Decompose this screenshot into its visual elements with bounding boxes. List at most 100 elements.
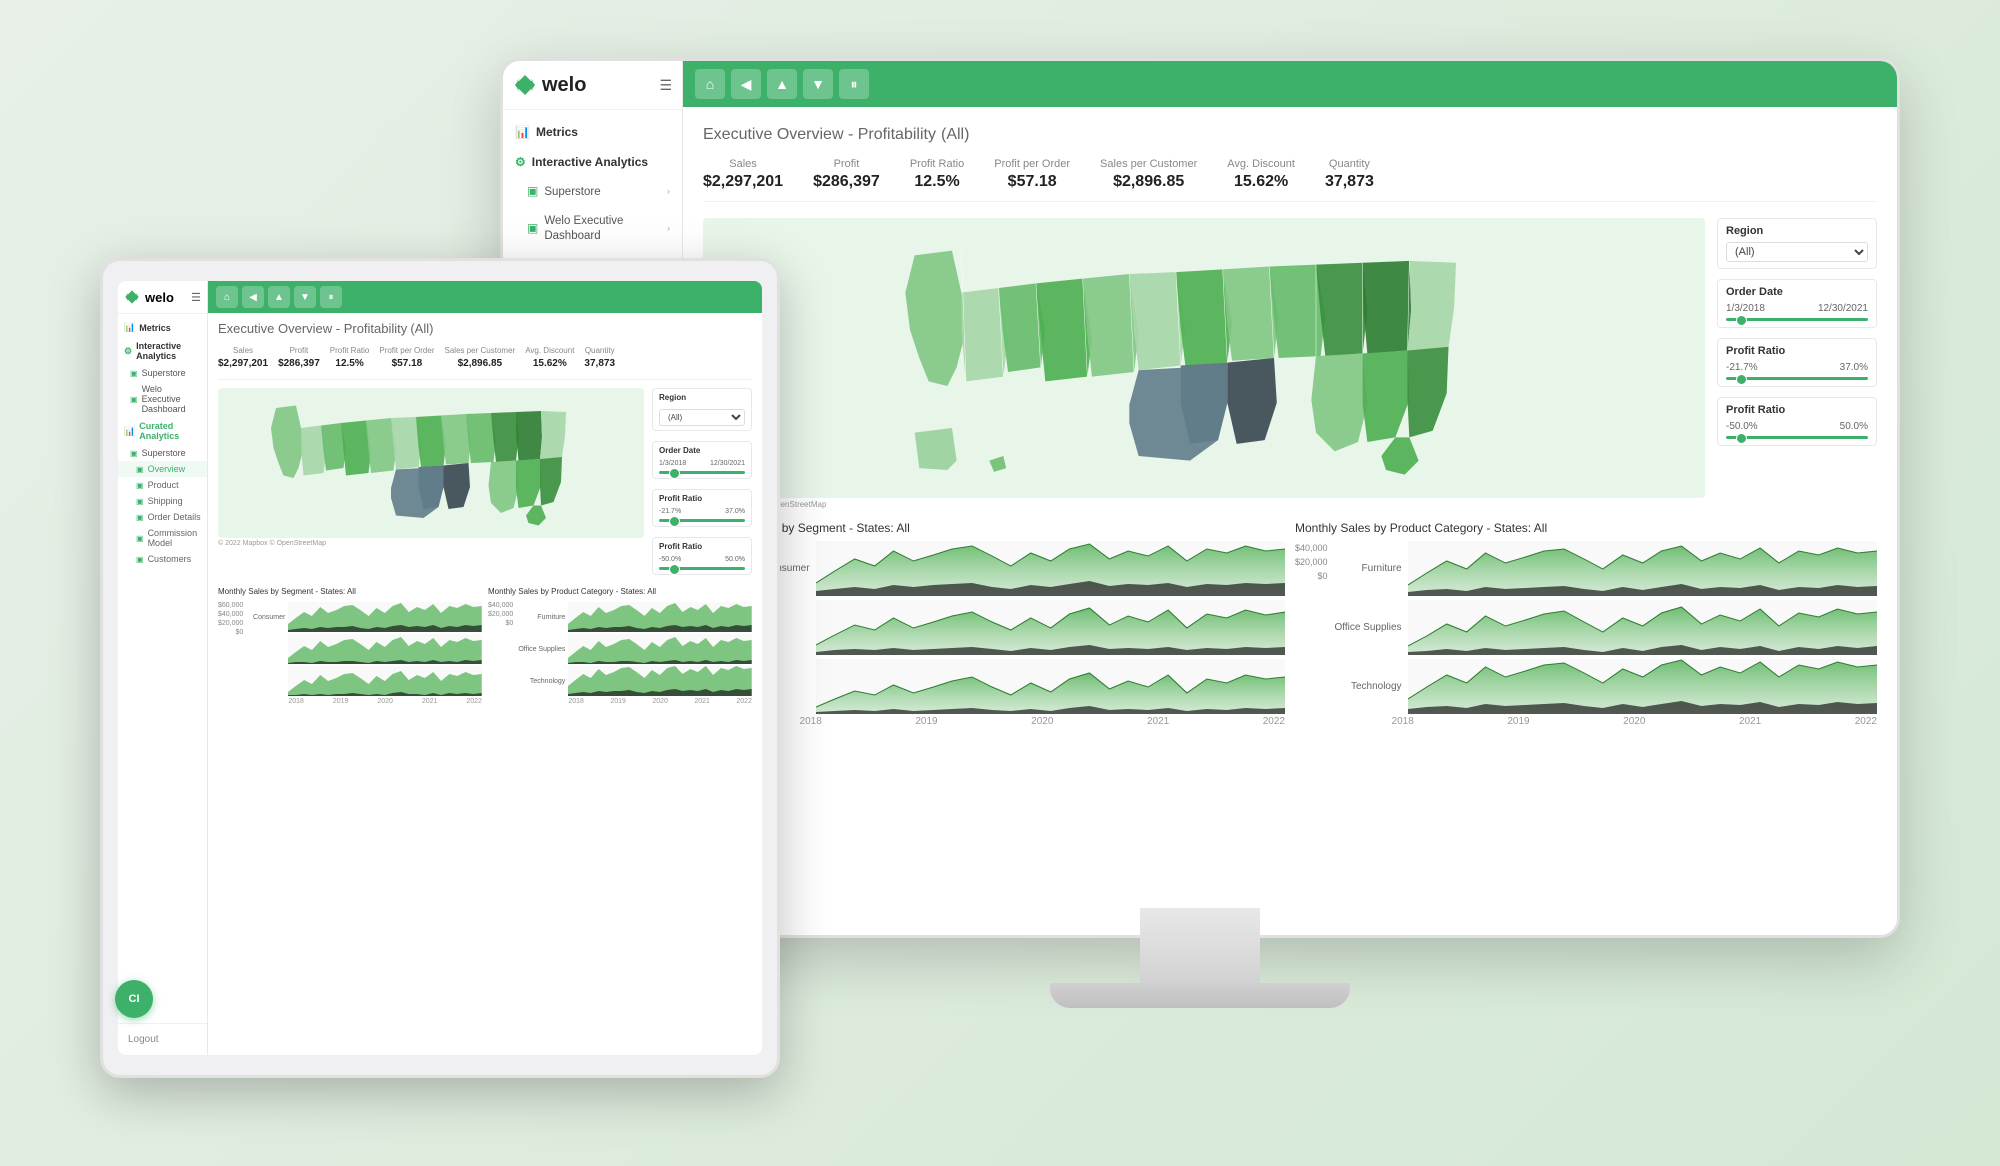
- tablet-toolbar-home[interactable]: ⌂: [216, 286, 238, 308]
- tablet-category-with-labels: $40,000 $20,000 $0 Furniture: [488, 602, 752, 705]
- tablet-logout[interactable]: Logout: [118, 1023, 207, 1055]
- tablet-segment2-area: [288, 634, 482, 664]
- tablet-filter-panel: Region (All) Order Date 1/3/2018: [652, 388, 752, 575]
- kpi-sales-per-customer: Sales per Customer $2,896.85: [1100, 158, 1197, 191]
- kpi-row: Sales $2,297,201 Profit $286,397 Profit …: [703, 158, 1877, 202]
- sidebar-item-superstore[interactable]: ▣ Superstore ›: [503, 177, 682, 207]
- tablet-profit-ratio-slider[interactable]: [659, 519, 745, 522]
- us-map[interactable]: [703, 218, 1705, 498]
- category-y-labels: $40,000 $20,000 $0: [1295, 541, 1328, 581]
- tablet-page-title: Executive Overview - Profitability (All): [218, 321, 752, 336]
- welo-exec-icon: ▣: [527, 221, 538, 237]
- tablet-charts-row: Monthly Sales by Segment - States: All $…: [218, 587, 752, 705]
- filter-order-date: Order Date 1/3/2018 12/30/2021: [1717, 279, 1877, 328]
- tablet-tech-chart: [568, 666, 752, 696]
- tablet-office-chart: [568, 634, 752, 664]
- category-chart-panel: Monthly Sales by Product Category - Stat…: [1295, 521, 1877, 727]
- tablet-y-labels: $60,000 $40,000 $20,000 $0: [218, 602, 243, 705]
- office-supplies-chart: [1408, 600, 1877, 655]
- toolbar-back-button[interactable]: ◀: [731, 69, 761, 99]
- sidebar-item-welo-exec[interactable]: ▣ Welo Executive Dashboard ›: [503, 207, 682, 251]
- filter-profit-ratio-bar-slider[interactable]: [1726, 436, 1868, 439]
- sidebar-item-metrics[interactable]: 📊 Metrics: [503, 118, 682, 148]
- technology-chart: [1408, 659, 1877, 714]
- tablet-furniture-area: [568, 602, 752, 632]
- monitor-base: [1050, 983, 1350, 1008]
- toolbar-pause-button[interactable]: ⏸: [839, 69, 869, 99]
- cat-y-label-0: $0: [1295, 571, 1328, 581]
- tablet-frame: welo ☰ 📊 Metrics ⚙ Interactive Ana: [100, 258, 780, 1078]
- kpi-profit-per-order-label: Profit per Order: [994, 158, 1070, 170]
- category-chart-title: Monthly Sales by Product Category - Stat…: [1295, 521, 1877, 535]
- tablet-category-chart-panel: Monthly Sales by Product Category - Stat…: [488, 587, 752, 705]
- filter-profit-ratio-slider[interactable]: [1726, 377, 1868, 380]
- tablet-toolbar-filter[interactable]: ▼: [294, 286, 316, 308]
- kpi-profit-per-order: Profit per Order $57.18: [994, 158, 1070, 191]
- tablet-sidebar-curated[interactable]: 📊 Curated Analytics: [118, 417, 207, 445]
- tablet-filter-order-date: Order Date 1/3/2018 12/30/2021: [652, 441, 752, 479]
- ci-badge: CI: [115, 980, 153, 1018]
- tablet-segment-chart-panel: Monthly Sales by Segment - States: All $…: [218, 587, 482, 705]
- tablet-toolbar-forward[interactable]: ▲: [268, 286, 290, 308]
- sidebar-logo-area: welo ☰: [503, 61, 682, 110]
- cat-y-label-40k: $40,000: [1295, 543, 1328, 553]
- filter-profit-ratio-bar-label: Profit Ratio: [1726, 404, 1868, 416]
- kpi-sales-per-customer-label: Sales per Customer: [1100, 158, 1197, 170]
- segment-2-chart: [816, 600, 1285, 655]
- segment-year-axis: 2018 2019 2020 2021 2022: [740, 714, 1285, 727]
- monitor-stand: [1140, 908, 1260, 988]
- tablet-toolbar-back[interactable]: ◀: [242, 286, 264, 308]
- tablet-filter-region-select[interactable]: (All): [659, 409, 745, 426]
- tablet-kpi-quantity: Quantity 37,873: [584, 346, 615, 369]
- category-chart-container: $40,000 $20,000 $0 Furniture: [1295, 541, 1877, 727]
- segment-chart-panel: Monthly Sales by Segment - States: All $…: [703, 521, 1285, 727]
- tablet-sidebar-customers[interactable]: ▣ Customers: [118, 551, 207, 567]
- metrics-icon: 📊: [515, 125, 530, 141]
- tablet-filter-profit-bar: Profit Ratio -50.0% 50.0%: [652, 537, 752, 575]
- tablet-sidebar-superstore-ca[interactable]: ▣ Superstore: [118, 445, 207, 461]
- tablet-sidebar-welo-exec[interactable]: ▣ Welo Executive Dashboard: [118, 381, 207, 417]
- desktop-dashboard-body: Executive Overview - Profitability (All)…: [683, 107, 1897, 935]
- toolbar-filter-button[interactable]: ▼: [803, 69, 833, 99]
- category-year-axis: 2018 2019 2020 2021 2022: [1332, 714, 1877, 727]
- tablet-sidebar-product[interactable]: ▣ Product: [118, 477, 207, 493]
- tablet-sidebar-commission[interactable]: ▣ Commission Model: [118, 525, 207, 551]
- tablet-category-chart-title: Monthly Sales by Product Category - Stat…: [488, 587, 752, 596]
- tablet-sidebar-overview[interactable]: ▣ Overview: [118, 461, 207, 477]
- sidebar-item-interactive-analytics[interactable]: ⚙ Interactive Analytics: [503, 148, 682, 178]
- kpi-profit-label: Profit: [813, 158, 880, 170]
- toolbar-forward-button[interactable]: ▲: [767, 69, 797, 99]
- tablet-office-row: Office Supplies: [515, 634, 752, 664]
- tablet-segment3-area: [288, 666, 482, 696]
- tablet-welo-logo: welo: [124, 289, 174, 305]
- segment-chart-container: $60,000 $40,000 $20,000 $0: [703, 541, 1285, 727]
- tablet-kpi-profit-per-order: Profit per Order $57.18: [379, 346, 434, 369]
- superstore-arrow: ›: [667, 186, 670, 198]
- tablet-map-container: © 2022 Mapbox © OpenStreetMap: [218, 388, 644, 575]
- tablet-toolbar-pause[interactable]: ⏸: [320, 286, 342, 308]
- filter-region-select[interactable]: (All): [1726, 242, 1868, 262]
- tablet-sidebar-metrics[interactable]: 📊 Metrics: [118, 318, 207, 337]
- tablet-sidebar-shipping[interactable]: ▣ Shipping: [118, 493, 207, 509]
- filter-order-date-slider[interactable]: [1726, 318, 1868, 321]
- segment-chart-area-wrapper: Consumer: [740, 541, 1285, 727]
- tablet-sidebar-order-details[interactable]: ▣ Order Details: [118, 509, 207, 525]
- furniture-area-chart: [1408, 541, 1877, 596]
- filter-panel: Region (All) Order Date 1/3/2018: [1717, 218, 1877, 509]
- tablet-segment-consumer-row: Consumer: [245, 602, 482, 632]
- mapbox-credit: © 2022 Mapbox © OpenStreetMap: [703, 500, 1705, 509]
- tablet-hamburger[interactable]: ☰: [191, 291, 201, 304]
- tablet-us-map[interactable]: [218, 388, 644, 538]
- tablet-segment-rows: Consumer: [245, 602, 482, 696]
- tablet-office-label: Office Supplies: [515, 646, 565, 653]
- category-chart-area-wrapper: Furniture: [1332, 541, 1877, 727]
- tablet-category-rows: Furniture: [515, 602, 752, 696]
- filter-order-date-to: 12/30/2021: [1818, 303, 1868, 314]
- tablet-order-date-slider[interactable]: [659, 471, 745, 474]
- tablet-sidebar-interactive[interactable]: ⚙ Interactive Analytics: [118, 337, 207, 365]
- tablet-profit-bar-slider[interactable]: [659, 567, 745, 570]
- tablet-sidebar-superstore[interactable]: ▣ Superstore: [118, 365, 207, 381]
- tablet-tech-row: Technology: [515, 666, 752, 696]
- toolbar-home-button[interactable]: ⌂: [695, 69, 725, 99]
- hamburger-button[interactable]: ☰: [659, 77, 672, 94]
